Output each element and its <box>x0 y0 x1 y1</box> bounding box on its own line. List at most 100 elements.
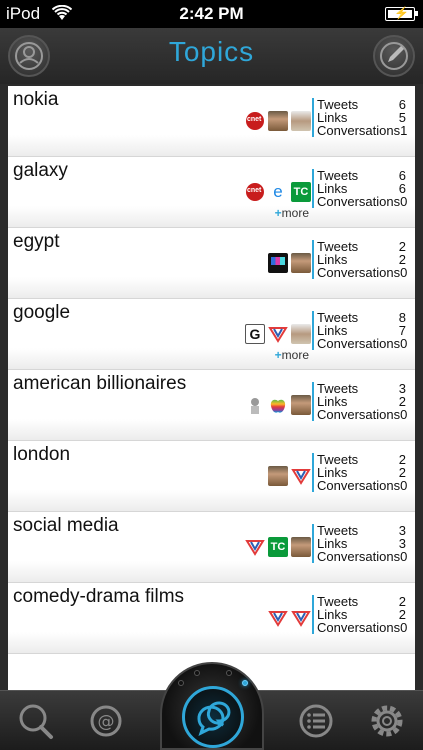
indicator-dot <box>194 670 200 676</box>
topic-stats: Tweets 6 Links 5 Conversations 1 <box>312 98 415 137</box>
list-item[interactable]: nokia cnet Tweets 6 Links 5 Conversations 1 <box>8 86 415 157</box>
list-item[interactable]: comedy-drama films Tweets 2 Links 2 Conversat… <box>8 583 415 654</box>
source-icons: cnet e TC <box>245 182 311 202</box>
source-logo-icon <box>291 608 311 628</box>
google-logo-icon: G <box>245 324 265 344</box>
author-avatar <box>291 111 311 131</box>
list-item[interactable]: galaxy cnet e TC +more Tweets 6 Links 6 Conversat… <box>8 157 415 228</box>
stat-conversations: Conversations 0 <box>317 479 415 492</box>
engadget-logo-icon: e <box>268 182 288 202</box>
apple-logo-icon <box>268 395 288 415</box>
search-tab[interactable] <box>14 699 58 743</box>
stat-label: Conversations <box>317 478 401 493</box>
conversations-ring <box>182 686 244 748</box>
indicator-dot-active <box>242 680 248 686</box>
more-sources-link[interactable]: +more <box>275 348 309 362</box>
author-avatar <box>245 395 265 415</box>
topic-stats: Tweets 2 Links 2 Conversations 0 <box>312 240 415 279</box>
verge-logo-icon <box>268 608 288 628</box>
topic-stats: Tweets 3 Links 3 Conversations 0 <box>312 524 415 563</box>
topic-name: nokia <box>13 89 59 110</box>
author-avatar <box>291 253 311 273</box>
nav-bar: Topics <box>0 28 423 84</box>
more-plus: + <box>274 206 282 220</box>
verge-logo-icon <box>268 324 288 344</box>
stat-conversations: Conversations 0 <box>317 408 415 421</box>
cnet-logo-icon: cnet <box>245 111 265 131</box>
source-icons: G <box>245 324 311 344</box>
compose-icon <box>380 42 408 70</box>
conversations-icon <box>197 701 231 736</box>
more-sources-link[interactable]: +more <box>275 206 309 220</box>
topic-name: egypt <box>13 231 60 252</box>
stat-conversations: Conversations 0 <box>317 195 415 208</box>
list-icon <box>299 704 333 738</box>
stat-value: 0 <box>400 265 408 280</box>
topic-list[interactable]: nokia cnet Tweets 6 Links 5 Conversations 1 gala… <box>8 86 415 690</box>
more-label: more <box>281 348 309 362</box>
topic-name: social media <box>13 515 119 536</box>
source-icons <box>268 466 311 486</box>
author-avatar <box>268 466 288 486</box>
list-item[interactable]: egypt Tweets 2 Links 2 Conversations 0 <box>8 228 415 299</box>
list-item[interactable]: social media TC Tweets 3 Links 3 Conversations… <box>8 512 415 583</box>
stat-label: Conversations <box>317 407 401 422</box>
stat-label: Conversations <box>317 549 401 564</box>
topic-stats: Tweets 6 Links 6 Conversations 0 <box>312 169 415 208</box>
more-plus: + <box>274 348 282 362</box>
source-logo-icon <box>268 253 288 273</box>
topic-name: google <box>13 302 71 323</box>
stat-value: 0 <box>400 549 408 564</box>
indicator-dot <box>178 680 184 686</box>
author-avatar <box>291 395 311 415</box>
list-item[interactable]: london Tweets 2 Links 2 Conversations 0 <box>8 441 415 512</box>
topic-stats: Tweets 2 Links 2 Conversations 0 <box>312 453 415 492</box>
stat-label: Conversations <box>317 336 401 351</box>
stat-label: Conversations <box>317 620 401 635</box>
stat-value: 0 <box>400 407 408 422</box>
techcrunch-logo-icon: TC <box>268 537 288 557</box>
stat-conversations: Conversations 0 <box>317 621 415 634</box>
source-icons: TC <box>245 537 311 557</box>
mentions-icon: @ <box>90 705 122 737</box>
mentions-tab[interactable]: @ <box>84 699 128 743</box>
more-label: more <box>281 206 309 220</box>
verge-logo-icon <box>291 466 311 486</box>
topic-name: american billionaires <box>13 373 187 394</box>
list-item[interactable]: american billionaires Tweets 3 Links 2 Conver… <box>8 370 415 441</box>
topic-stats: Tweets 2 Links 2 Conversations 0 <box>312 595 415 634</box>
topic-stats: Tweets 8 Links 7 Conversations 0 <box>312 311 415 350</box>
source-icons <box>268 253 311 273</box>
indicator-dot <box>226 670 232 676</box>
clock: 2:42 PM <box>179 4 244 23</box>
source-icons <box>245 395 311 415</box>
topic-name: london <box>13 444 71 465</box>
topic-stats: Tweets 3 Links 2 Conversations 0 <box>312 382 415 421</box>
list-tab[interactable] <box>294 699 338 743</box>
verge-logo-icon <box>245 537 265 557</box>
compose-button[interactable] <box>373 35 415 77</box>
author-avatar <box>291 537 311 557</box>
stat-value: 0 <box>400 336 408 351</box>
settings-tab[interactable] <box>365 699 409 743</box>
author-avatar <box>291 324 311 344</box>
stat-value: 0 <box>400 478 408 493</box>
status-bar: iPod 2:42 PM ⚡ <box>0 0 423 28</box>
techcrunch-logo-icon: TC <box>291 182 311 202</box>
topic-name: galaxy <box>13 160 68 181</box>
source-icons: cnet <box>245 111 311 131</box>
author-avatar <box>268 111 288 131</box>
page-title: Topics <box>168 36 255 67</box>
stat-value: 1 <box>400 123 408 138</box>
stat-conversations: Conversations 0 <box>317 550 415 563</box>
source-icons <box>268 608 311 628</box>
svg-text:@: @ <box>98 712 115 732</box>
stat-label: Conversations <box>317 265 401 280</box>
list-item[interactable]: google G +more Tweets 8 Links 7 Conversations 0 <box>8 299 415 370</box>
stat-value: 0 <box>400 194 408 209</box>
search-icon <box>19 704 53 739</box>
battery-icon: ⚡ <box>385 6 418 21</box>
stat-value: 0 <box>400 620 408 635</box>
stat-conversations: Conversations 0 <box>317 266 415 279</box>
settings-icon <box>371 705 403 737</box>
